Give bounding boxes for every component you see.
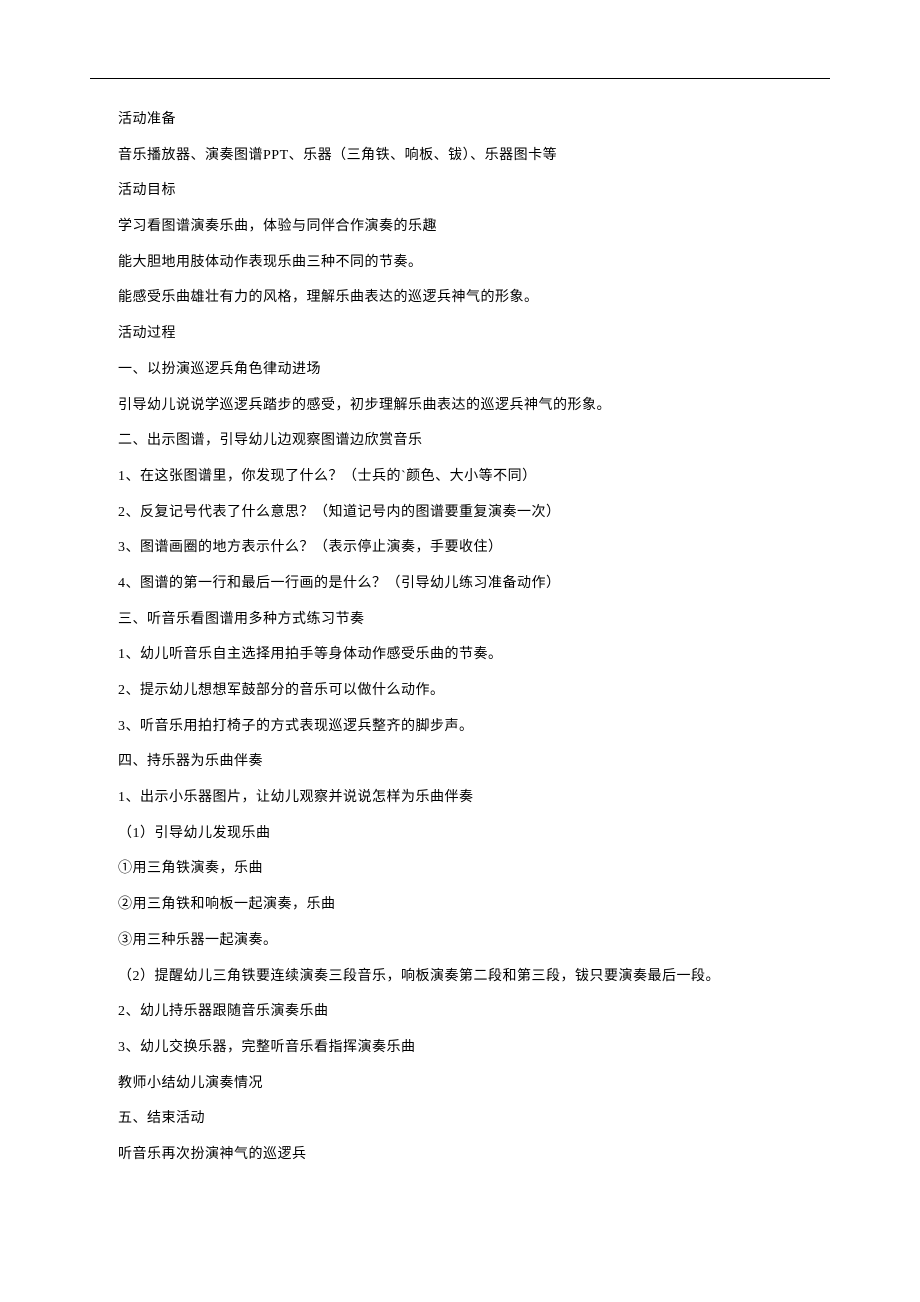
body-line: 三、听音乐看图谱用多种方式练习节奏 [90,609,830,631]
body-line: 4、图谱的第一行和最后一行画的是什么？（引导幼儿练习准备动作） [90,573,830,595]
body-line: 四、持乐器为乐曲伴奏 [90,751,830,773]
body-line: 学习看图谱演奏乐曲，体验与同伴合作演奏的乐趣 [90,216,830,238]
body-line: 音乐播放器、演奏图谱PPT、乐器（三角铁、响板、钹）、乐器图卡等 [90,145,830,167]
body-line: 能感受乐曲雄壮有力的风格，理解乐曲表达的巡逻兵神气的形象。 [90,287,830,309]
body-line: 3、听音乐用拍打椅子的方式表现巡逻兵整齐的脚步声。 [90,716,830,738]
body-line: 2、幼儿持乐器跟随音乐演奏乐曲 [90,1001,830,1023]
body-line: 1、出示小乐器图片，让幼儿观察并说说怎样为乐曲伴奏 [90,787,830,809]
body-line: 活动过程 [90,323,830,345]
body-line: 1、在这张图谱里，你发现了什么？（士兵的`颜色、大小等不同） [90,466,830,488]
horizontal-rule [90,78,830,79]
body-line: 2、反复记号代表了什么意思？（知道记号内的图谱要重复演奏一次） [90,502,830,524]
body-line: （1）引导幼儿发现乐曲 [90,823,830,845]
body-line: 五、结束活动 [90,1108,830,1130]
body-line: 活动目标 [90,180,830,202]
body-line: 3、幼儿交换乐器，完整听音乐看指挥演奏乐曲 [90,1037,830,1059]
body-line: ③用三种乐器一起演奏。 [90,930,830,952]
body-line: 教师小结幼儿演奏情况 [90,1073,830,1095]
document-page: 活动准备 音乐播放器、演奏图谱PPT、乐器（三角铁、响板、钹）、乐器图卡等 活动… [0,0,920,1220]
body-line: 听音乐再次扮演神气的巡逻兵 [90,1144,830,1166]
body-line: ②用三角铁和响板一起演奏，乐曲 [90,894,830,916]
body-line: 1、幼儿听音乐自主选择用拍手等身体动作感受乐曲的节奏。 [90,644,830,666]
body-line: 3、图谱画圈的地方表示什么？（表示停止演奏，手要收住） [90,537,830,559]
body-line: 一、以扮演巡逻兵角色律动进场 [90,359,830,381]
body-line: ①用三角铁演奏，乐曲 [90,858,830,880]
body-line: （2）提醒幼儿三角铁要连续演奏三段音乐，响板演奏第二段和第三段，钹只要演奏最后一… [90,966,830,988]
body-line: 能大胆地用肢体动作表现乐曲三种不同的节奏。 [90,252,830,274]
body-line: 活动准备 [90,109,830,131]
body-line: 2、提示幼儿想想军鼓部分的音乐可以做什么动作。 [90,680,830,702]
body-line: 二、出示图谱，引导幼儿边观察图谱边欣赏音乐 [90,430,830,452]
body-line: 引导幼儿说说学巡逻兵踏步的感受，初步理解乐曲表达的巡逻兵神气的形象。 [90,395,830,417]
